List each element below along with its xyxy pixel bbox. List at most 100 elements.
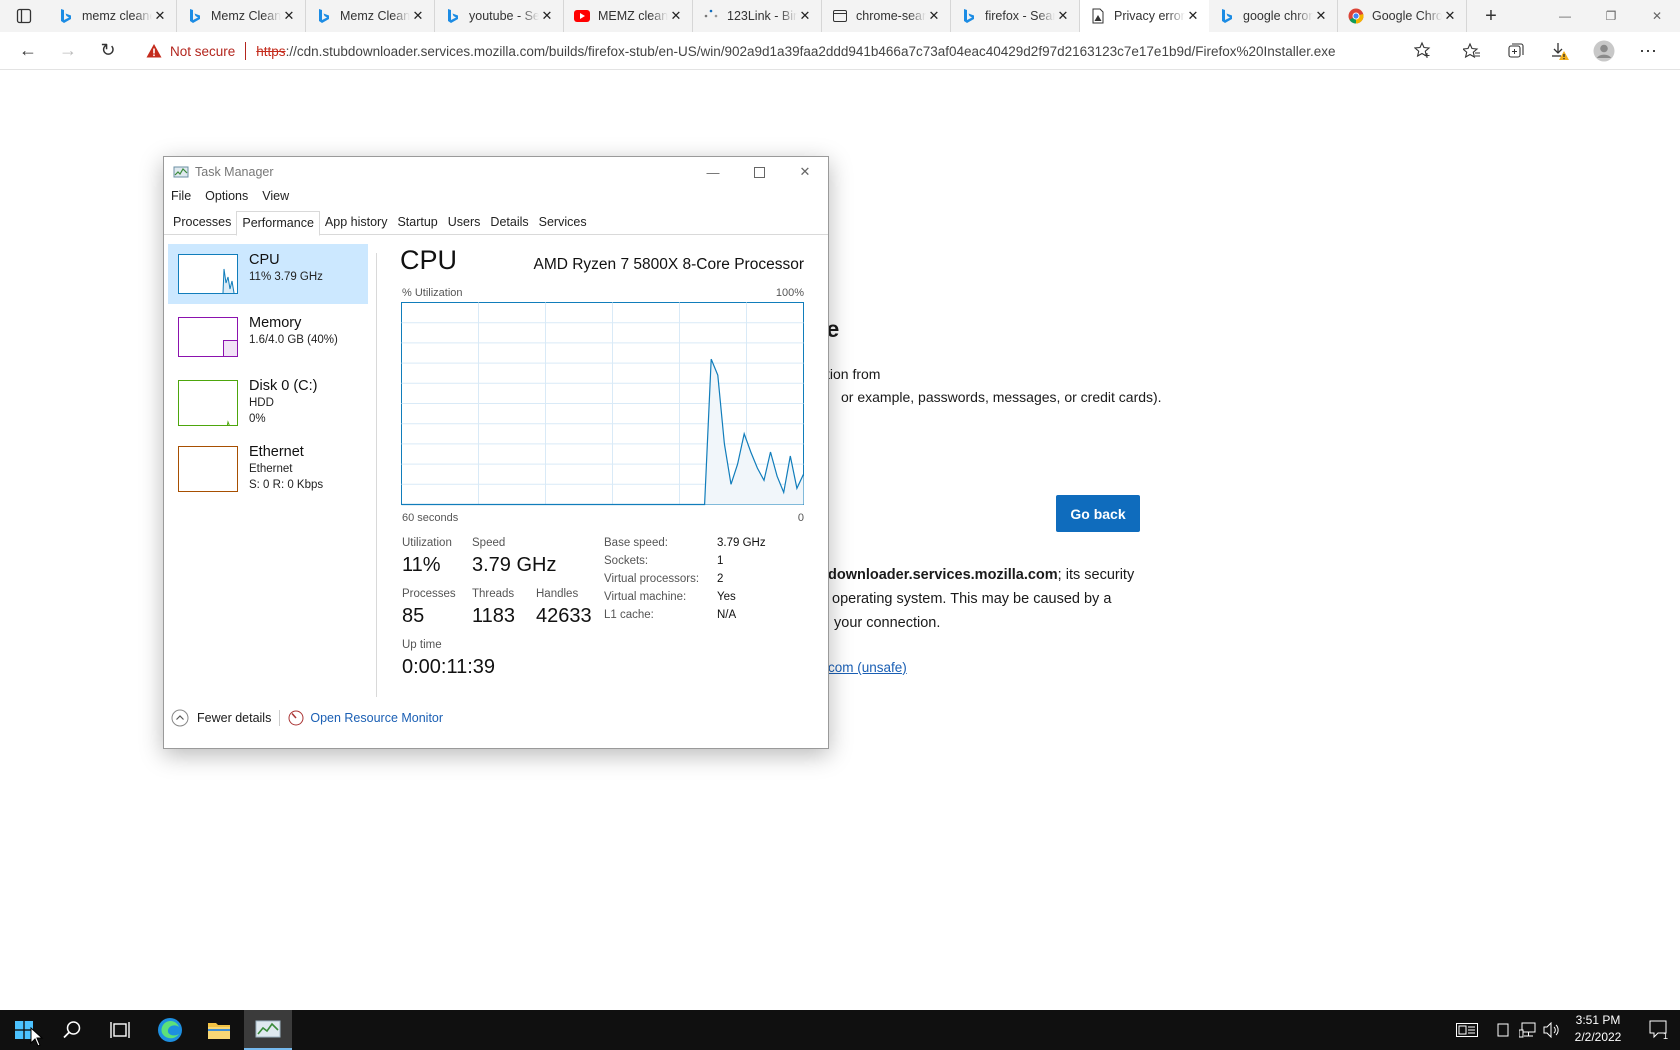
taskbar-task-manager[interactable] xyxy=(244,1010,292,1050)
refresh-button[interactable]: ↻ xyxy=(88,35,128,67)
search-button[interactable] xyxy=(48,1010,96,1050)
browser-tab[interactable]: 123Link - Bing✕ xyxy=(693,0,822,32)
forward-button[interactable]: → xyxy=(48,35,88,67)
virtual-machine-label: Virtual machine: xyxy=(604,591,687,603)
window-title: Task Manager xyxy=(195,165,274,179)
tab-close-icon[interactable]: ✕ xyxy=(539,8,555,24)
menu-file[interactable]: File xyxy=(171,189,198,203)
disk-type: HDD xyxy=(249,397,274,409)
task-manager-tabs: Processes Performance App history Startu… xyxy=(164,211,828,236)
new-tab-button[interactable]: + xyxy=(1475,0,1507,32)
browser-tab[interactable]: memz cleaner✕ xyxy=(48,0,177,32)
sidebar-item-ethernet[interactable]: Ethernet Ethernet S: 0 R: 0 Kbps xyxy=(168,436,368,499)
task-view-button[interactable] xyxy=(96,1010,144,1050)
youtube-icon xyxy=(574,8,590,24)
tm-minimize-button[interactable]: — xyxy=(690,157,736,187)
virtual-machine-value: Yes xyxy=(717,591,736,603)
sidebar-item-memory[interactable]: Memory 1.6/4.0 GB (40%) xyxy=(168,307,368,367)
taskbar-file-explorer[interactable] xyxy=(195,1010,243,1050)
disk-active-time: 0% xyxy=(249,413,266,425)
cpu-utilization-graph xyxy=(401,302,805,506)
settings-more-button[interactable]: ⋯ xyxy=(1626,35,1670,67)
tab-actions-button[interactable] xyxy=(0,0,48,32)
tm-close-button[interactable]: ✕ xyxy=(782,157,828,187)
cpu-mini-graph xyxy=(222,268,235,293)
time-axis-zero: 0 xyxy=(797,512,804,524)
performance-sidebar: CPU 11% 3.79 GHz Memory 1.6/4.0 GB (40%)… xyxy=(168,244,368,502)
browser-tab-strip: memz cleaner✕Memz Cleaner✕Memz Cleaner✕y… xyxy=(0,0,1680,32)
tab-title: chrome-search xyxy=(856,9,926,23)
tab-services[interactable]: Services xyxy=(534,211,592,235)
browser-tab[interactable]: Memz Cleaner✕ xyxy=(177,0,306,32)
chevron-up-circle-icon[interactable] xyxy=(171,709,189,727)
menu-options[interactable]: Options xyxy=(205,189,255,203)
tray-device[interactable] xyxy=(1494,1010,1512,1050)
browser-tab[interactable]: chrome-search✕ xyxy=(822,0,951,32)
task-manager-titlebar[interactable]: Task Manager — ✕ xyxy=(164,157,828,187)
restore-button[interactable]: ❐ xyxy=(1588,0,1634,32)
sidebar-item-cpu[interactable]: CPU 11% 3.79 GHz xyxy=(168,244,368,304)
tab-close-icon[interactable]: ✕ xyxy=(1313,8,1329,24)
base-speed-label: Base speed: xyxy=(604,537,668,549)
url-text: ://cdn.stubdownloader.services.mozilla.c… xyxy=(285,43,1336,59)
add-favorite-button[interactable] xyxy=(1413,41,1432,62)
continue-unsafe-link[interactable]: com (unsafe) xyxy=(828,660,907,675)
tab-title: youtube - Search xyxy=(469,9,539,23)
cpu-label: CPU xyxy=(249,252,280,268)
tab-processes[interactable]: Processes xyxy=(168,211,236,235)
tab-list: memz cleaner✕Memz Cleaner✕Memz Cleaner✕y… xyxy=(48,0,1467,32)
tab-app-history[interactable]: App history xyxy=(320,211,393,235)
security-indicator[interactable]: Not secure xyxy=(146,43,235,59)
ethernet-thumbnail xyxy=(178,446,238,492)
search-icon xyxy=(63,1021,81,1039)
handles-value: 42633 xyxy=(536,605,592,627)
tab-close-icon[interactable]: ✕ xyxy=(1055,8,1071,24)
sockets-value: 1 xyxy=(717,555,724,567)
tab-close-icon[interactable]: ✕ xyxy=(1442,8,1458,24)
downloads-button[interactable] xyxy=(1538,35,1582,67)
browser-tab[interactable]: MEMZ cleaner✕ xyxy=(564,0,693,32)
browser-tab[interactable]: google chrome✕ xyxy=(1209,0,1338,32)
tab-close-icon[interactable]: ✕ xyxy=(797,8,813,24)
tab-performance[interactable]: Performance xyxy=(236,211,320,236)
close-button[interactable]: ✕ xyxy=(1634,0,1680,32)
favorites-button[interactable] xyxy=(1450,35,1494,67)
tab-close-icon[interactable]: ✕ xyxy=(410,8,426,24)
address-bar[interactable]: Not secure https://cdn.stubdownloader.se… xyxy=(146,35,1436,67)
menu-view[interactable]: View xyxy=(262,189,296,203)
tab-close-icon[interactable]: ✕ xyxy=(281,8,297,24)
tray-network[interactable] xyxy=(1516,1010,1540,1050)
tab-users[interactable]: Users xyxy=(443,211,486,235)
taskbar-clock[interactable]: 3:51 PM 2/2/2022 xyxy=(1556,1012,1640,1046)
go-back-button[interactable]: Go back xyxy=(1056,495,1140,532)
menu-bar: File Options View xyxy=(171,189,303,203)
tab-close-icon[interactable]: ✕ xyxy=(1185,8,1201,24)
back-button[interactable]: ← xyxy=(8,35,48,67)
tab-title: memz cleaner xyxy=(82,9,152,23)
minimize-button[interactable]: — xyxy=(1542,0,1588,32)
browser-tab[interactable]: Memz Cleaner✕ xyxy=(306,0,435,32)
browser-tab[interactable]: Privacy error ✕ xyxy=(1080,0,1209,32)
sidebar-item-disk[interactable]: Disk 0 (C:) HDD 0% xyxy=(168,370,368,433)
tab-details[interactable]: Details xyxy=(485,211,533,235)
tray-input-indicator[interactable] xyxy=(1452,1010,1482,1050)
browser-window-controls: — ❐ ✕ xyxy=(1542,0,1680,32)
tab-close-icon[interactable]: ✕ xyxy=(152,8,168,24)
browser-tab[interactable]: firefox - Search✕ xyxy=(951,0,1080,32)
collections-button[interactable] xyxy=(1494,35,1538,67)
task-manager-window: Task Manager — ✕ File Options View Proce… xyxy=(163,156,829,749)
browser-tab[interactable]: Google Chrome✕ xyxy=(1338,0,1467,32)
action-center-button[interactable]: 1 xyxy=(1640,1010,1680,1050)
profile-button[interactable] xyxy=(1582,35,1626,67)
taskbar-edge[interactable] xyxy=(146,1010,194,1050)
notification-count: 1 xyxy=(1663,1031,1668,1040)
virtual-processors-label: Virtual processors: xyxy=(604,573,700,585)
tab-startup[interactable]: Startup xyxy=(392,211,442,235)
tm-maximize-button[interactable] xyxy=(736,157,782,187)
tab-close-icon[interactable]: ✕ xyxy=(926,8,942,24)
tab-close-icon[interactable]: ✕ xyxy=(668,8,684,24)
browser-tab[interactable]: youtube - Search✕ xyxy=(435,0,564,32)
open-resource-monitor-link[interactable]: Open Resource Monitor xyxy=(310,711,443,725)
tab-title: Memz Cleaner xyxy=(340,9,410,23)
fewer-details-button[interactable]: Fewer details xyxy=(197,711,271,725)
